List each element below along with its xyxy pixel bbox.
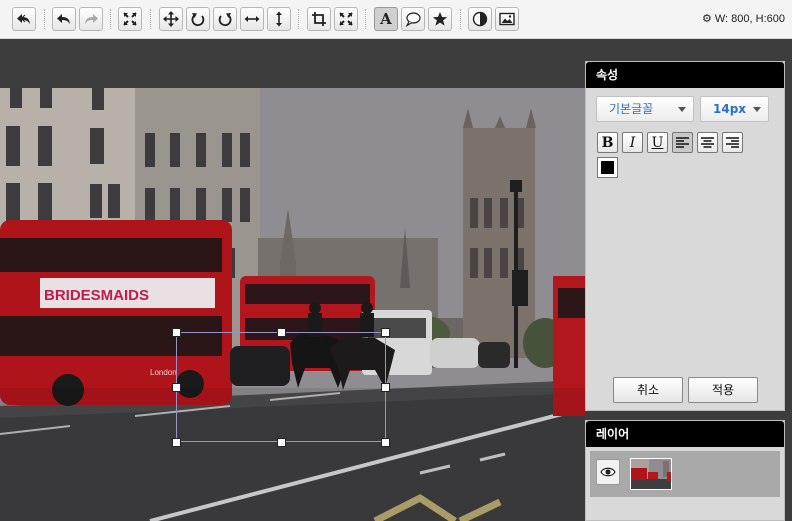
text-icon: A (380, 9, 392, 28)
svg-text:BRIDESMAIDS: BRIDESMAIDS (44, 287, 149, 304)
speech-bubble-button[interactable] (401, 7, 425, 31)
resize-handle-top-left[interactable] (172, 328, 181, 337)
flip-vertical-button[interactable] (267, 7, 291, 31)
layers-panel-title: 레이어 (586, 421, 784, 447)
flip-horizontal-icon (244, 16, 260, 22)
sticker-button[interactable] (428, 7, 452, 31)
photo-image: BRIDESMAIDS London (0, 88, 585, 521)
eye-icon (600, 467, 616, 477)
italic-label: I (629, 134, 636, 151)
chevron-down-icon (753, 107, 761, 112)
cancel-button[interactable]: 취소 (613, 377, 683, 403)
align-center-icon (701, 136, 714, 148)
resize-icon (339, 12, 353, 26)
apply-button[interactable]: 적용 (688, 377, 758, 403)
move-button[interactable] (159, 7, 183, 31)
resize-handle-right[interactable] (381, 383, 390, 392)
crop-icon (312, 12, 326, 26)
flip-horizontal-button[interactable] (240, 7, 264, 31)
bold-button[interactable]: B (597, 132, 618, 153)
undo-all-button[interactable] (12, 7, 36, 31)
text-color-picker[interactable] (597, 157, 618, 178)
rotate-right-button[interactable] (213, 7, 237, 31)
canvas-size-text: W: 800, H:600 (714, 12, 785, 25)
redo-icon (85, 14, 98, 24)
align-left-icon (676, 136, 689, 148)
italic-button[interactable]: I (622, 132, 643, 153)
redo-button[interactable] (79, 7, 103, 31)
align-left-button[interactable] (672, 132, 693, 153)
contrast-icon (472, 11, 488, 27)
underline-label: U (651, 134, 664, 151)
gear-icon: ⚙ (702, 13, 712, 25)
resize-handle-bottom-right[interactable] (381, 438, 390, 447)
layer-visibility-toggle[interactable] (596, 459, 620, 485)
align-center-button[interactable] (697, 132, 718, 153)
filter-button[interactable] (468, 7, 492, 31)
star-icon (432, 12, 448, 26)
align-right-button[interactable] (722, 132, 743, 153)
chevron-down-icon (678, 107, 686, 112)
layer-thumbnail (630, 458, 672, 490)
properties-panel-title: 속성 (586, 62, 784, 88)
undo-button[interactable] (52, 7, 76, 31)
photo-canvas[interactable]: BRIDESMAIDS London (0, 88, 585, 521)
crop-button[interactable] (307, 7, 331, 31)
text-tool-button[interactable]: A (374, 7, 398, 31)
align-right-icon (726, 136, 739, 148)
resize-handle-left[interactable] (172, 383, 181, 392)
resize-button[interactable] (334, 7, 358, 31)
resize-handle-top-right[interactable] (381, 328, 390, 337)
move-icon (163, 11, 179, 27)
rotate-left-button[interactable] (186, 7, 210, 31)
toolbar: A ⚙ W: 800, H:600 (0, 0, 792, 39)
rotate-right-icon (218, 13, 232, 27)
rotate-left-icon (191, 13, 205, 27)
fit-icon (123, 12, 137, 26)
insert-image-button[interactable] (495, 7, 519, 31)
canvas-size-info: ⚙ W: 800, H:600 (702, 12, 785, 26)
resize-handle-bottom[interactable] (277, 438, 286, 447)
undo-all-icon (17, 14, 30, 24)
text-selection-box[interactable] (176, 332, 386, 442)
font-size-value: 14px (713, 102, 747, 116)
speech-bubble-icon (405, 12, 421, 27)
svg-text:London: London (150, 368, 177, 377)
flip-vertical-icon (276, 11, 282, 27)
font-size-select[interactable]: 14px (700, 96, 769, 122)
text-color-swatch (601, 161, 614, 174)
undo-icon (57, 14, 70, 24)
resize-handle-bottom-left[interactable] (172, 438, 181, 447)
fit-button[interactable] (118, 7, 142, 31)
bold-label: B (601, 134, 614, 151)
image-icon (499, 12, 515, 26)
resize-handle-top[interactable] (277, 328, 286, 337)
font-family-select[interactable]: 기본글꼴 (596, 96, 694, 122)
underline-button[interactable]: U (647, 132, 668, 153)
font-family-value: 기본글꼴 (609, 102, 654, 116)
